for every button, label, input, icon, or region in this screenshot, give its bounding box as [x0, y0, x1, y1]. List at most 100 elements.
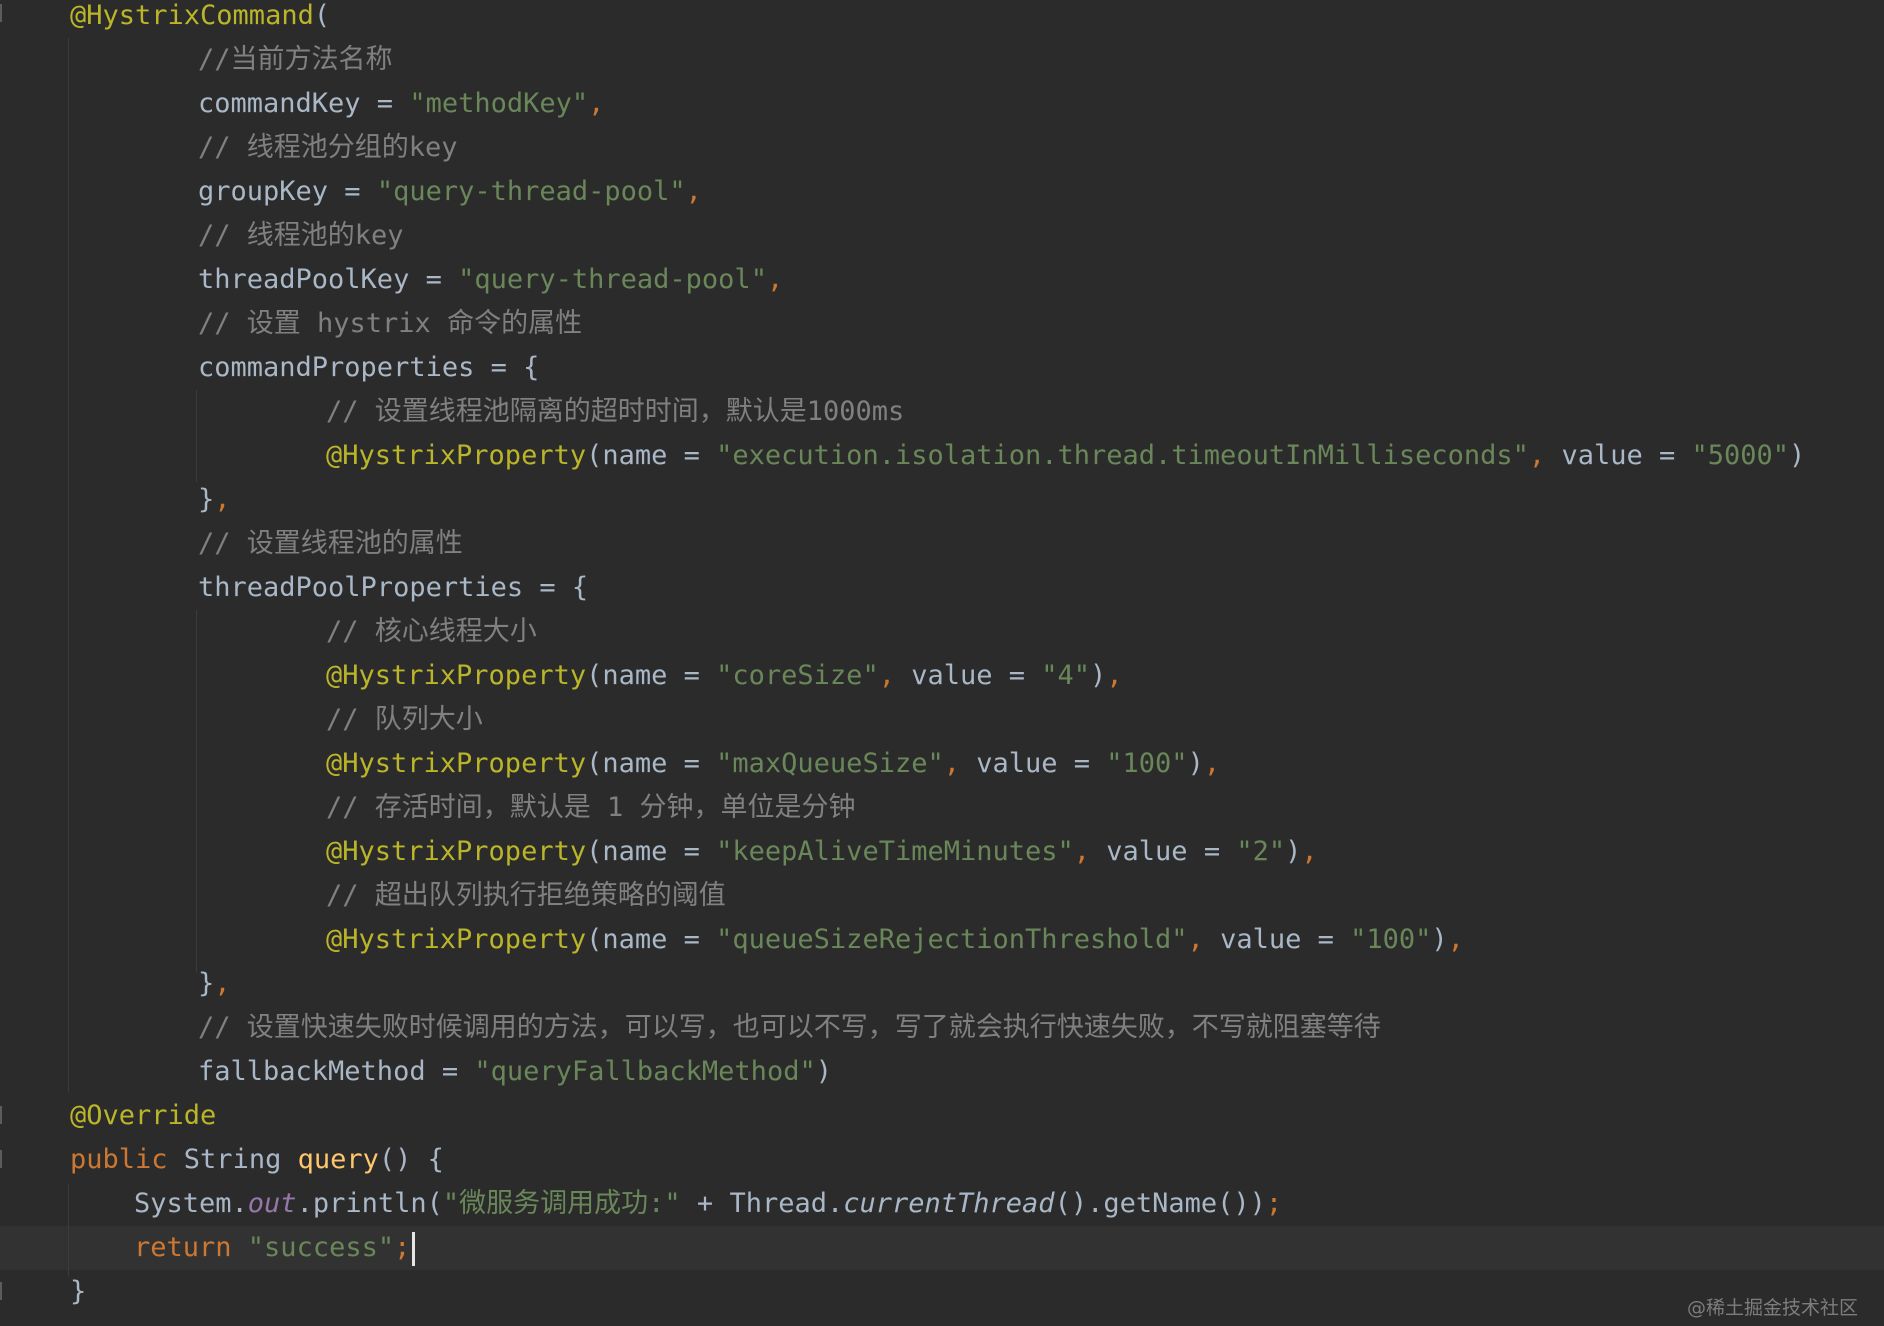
- method-call-token: .println(: [296, 1188, 443, 1219]
- key-token: fallbackMethod =: [198, 1056, 475, 1087]
- string-token: "queryFallbackMethod": [474, 1056, 816, 1087]
- comma-token: ,: [766, 264, 784, 295]
- comment-token: // 超出队列执行拒绝策略的阈值: [326, 880, 726, 911]
- comma-token: ,: [1203, 748, 1221, 779]
- comma-token: ,: [1528, 440, 1562, 471]
- code-line: // 设置线程池隔离的超时时间，默认是1000ms: [326, 390, 904, 434]
- comma-token: ,: [1073, 836, 1107, 867]
- annotation-token: @HystrixProperty: [326, 836, 587, 867]
- code-line: },: [198, 962, 231, 1006]
- class-token: System.: [134, 1188, 248, 1219]
- code-line: @HystrixProperty(name = "maxQueueSize", …: [326, 742, 1220, 786]
- string-token: "query-thread-pool": [458, 264, 767, 295]
- code-line: fallbackMethod = "queryFallbackMethod"): [198, 1050, 832, 1094]
- code-line: // 线程池分组的key: [198, 126, 458, 170]
- string-token: "keepAliveTimeMinutes": [716, 836, 1074, 867]
- code-line: // 设置线程池的属性: [198, 522, 463, 566]
- paren-token: (: [313, 0, 331, 31]
- param-token: value =: [911, 660, 1042, 691]
- param-token: (name =: [586, 924, 717, 955]
- comma-token: ,: [588, 88, 605, 119]
- annotation-token: @HystrixCommand: [70, 0, 314, 31]
- paren-token: ): [1285, 836, 1302, 867]
- code-line: //当前方法名称: [198, 38, 393, 82]
- code-line: commandKey = "methodKey",: [198, 82, 604, 126]
- annotation-token: @HystrixProperty: [326, 440, 587, 471]
- param-token: value =: [976, 748, 1107, 779]
- code-line: System.out.println("微服务调用成功:" + Thread.c…: [134, 1182, 1282, 1226]
- code-line[interactable]: return "success";: [134, 1226, 416, 1270]
- paren-token: ): [1187, 748, 1204, 779]
- code-line: groupKey = "query-thread-pool",: [198, 170, 702, 214]
- code-editor[interactable]: @HystrixCommand( //当前方法名称 commandKey = "…: [0, 0, 1884, 1326]
- string-token: "query-thread-pool": [376, 176, 686, 207]
- string-token: "100": [1106, 748, 1188, 779]
- keyword-token: return: [134, 1232, 248, 1263]
- text-caret: [412, 1231, 416, 1266]
- key-token: threadPoolProperties = {: [198, 572, 589, 603]
- code-line: @Override: [70, 1094, 216, 1138]
- comment-token: // 设置快速失败时候调用的方法，可以写，也可以不写，写了就会执行快速失败，不写…: [198, 1012, 1381, 1043]
- string-token: "5000": [1691, 440, 1790, 471]
- code-line: commandProperties = {: [198, 346, 539, 390]
- string-token: "100": [1350, 924, 1432, 955]
- static-field-token: out: [247, 1188, 297, 1219]
- comment-token: // 存活时间，默认是 1 分钟，单位是分钟: [326, 792, 856, 823]
- code-line: // 队列大小: [326, 698, 483, 742]
- string-token: "methodKey": [409, 88, 589, 119]
- brace-token: }: [198, 484, 215, 515]
- code-line: // 线程池的key: [198, 214, 404, 258]
- key-token: commandProperties = {: [198, 352, 540, 383]
- code-line: @HystrixProperty(name = "execution.isola…: [326, 434, 1805, 478]
- string-token: "4": [1041, 660, 1091, 691]
- code-line: threadPoolKey = "query-thread-pool",: [198, 258, 783, 302]
- brace-token: }: [70, 1276, 87, 1307]
- code-line: @HystrixProperty(name = "keepAliveTimeMi…: [326, 830, 1318, 874]
- comma-token: ,: [1447, 924, 1464, 955]
- semicolon-token: ;: [394, 1232, 411, 1263]
- param-token: value =: [1106, 836, 1237, 867]
- code-line: // 设置 hystrix 命令的属性: [198, 302, 582, 346]
- comma-token: ,: [943, 748, 977, 779]
- comment-token: // 设置线程池的属性: [198, 528, 463, 559]
- param-token: (name =: [586, 440, 717, 471]
- key-token: threadPoolKey =: [198, 264, 459, 295]
- annotation-token: @HystrixProperty: [326, 660, 587, 691]
- semicolon-token: ;: [1265, 1188, 1283, 1219]
- key-token: groupKey =: [198, 176, 377, 207]
- string-token: "success": [247, 1232, 395, 1263]
- string-token: "queueSizeRejectionThreshold": [716, 924, 1188, 955]
- paren-token: ): [1789, 440, 1806, 471]
- string-token: "execution.isolation.thread.timeoutInMil…: [716, 440, 1529, 471]
- comma-token: ,: [214, 484, 231, 515]
- type-token: String: [183, 1144, 298, 1175]
- code-line: // 设置快速失败时候调用的方法，可以写，也可以不写，写了就会执行快速失败，不写…: [198, 1006, 1381, 1050]
- code-line: },: [198, 478, 231, 522]
- code-line: threadPoolProperties = {: [198, 566, 588, 610]
- comma-token: ,: [685, 176, 702, 207]
- code-line: @HystrixCommand(: [70, 0, 330, 38]
- method-call-token: ().getName()): [1054, 1188, 1266, 1219]
- static-method-token: currentThread: [843, 1188, 1055, 1219]
- code-line: @HystrixProperty(name = "queueSizeReject…: [326, 918, 1464, 962]
- comma-token: ,: [878, 660, 912, 691]
- comma-token: ,: [1187, 924, 1221, 955]
- key-token: commandKey =: [198, 88, 410, 119]
- string-token: "微服务调用成功:": [442, 1188, 681, 1219]
- comma-token: ,: [1106, 660, 1123, 691]
- paren-token: ): [1431, 924, 1448, 955]
- comment-token: //当前方法名称: [198, 44, 393, 75]
- param-token: value =: [1561, 440, 1692, 471]
- code-line: @HystrixProperty(name = "coreSize", valu…: [326, 654, 1123, 698]
- code-line: // 核心线程大小: [326, 610, 537, 654]
- string-token: "maxQueueSize": [716, 748, 944, 779]
- operator-token: + Thread.: [680, 1188, 844, 1219]
- comma-token: ,: [1301, 836, 1318, 867]
- keyword-token: public: [70, 1144, 184, 1175]
- brace-token: }: [198, 968, 215, 999]
- annotation-token: @Override: [70, 1100, 217, 1131]
- param-token: value =: [1220, 924, 1351, 955]
- comment-token: // 线程池分组的key: [198, 132, 458, 163]
- code-area[interactable]: @HystrixCommand( //当前方法名称 commandKey = "…: [0, 0, 1884, 1326]
- string-token: "coreSize": [716, 660, 879, 691]
